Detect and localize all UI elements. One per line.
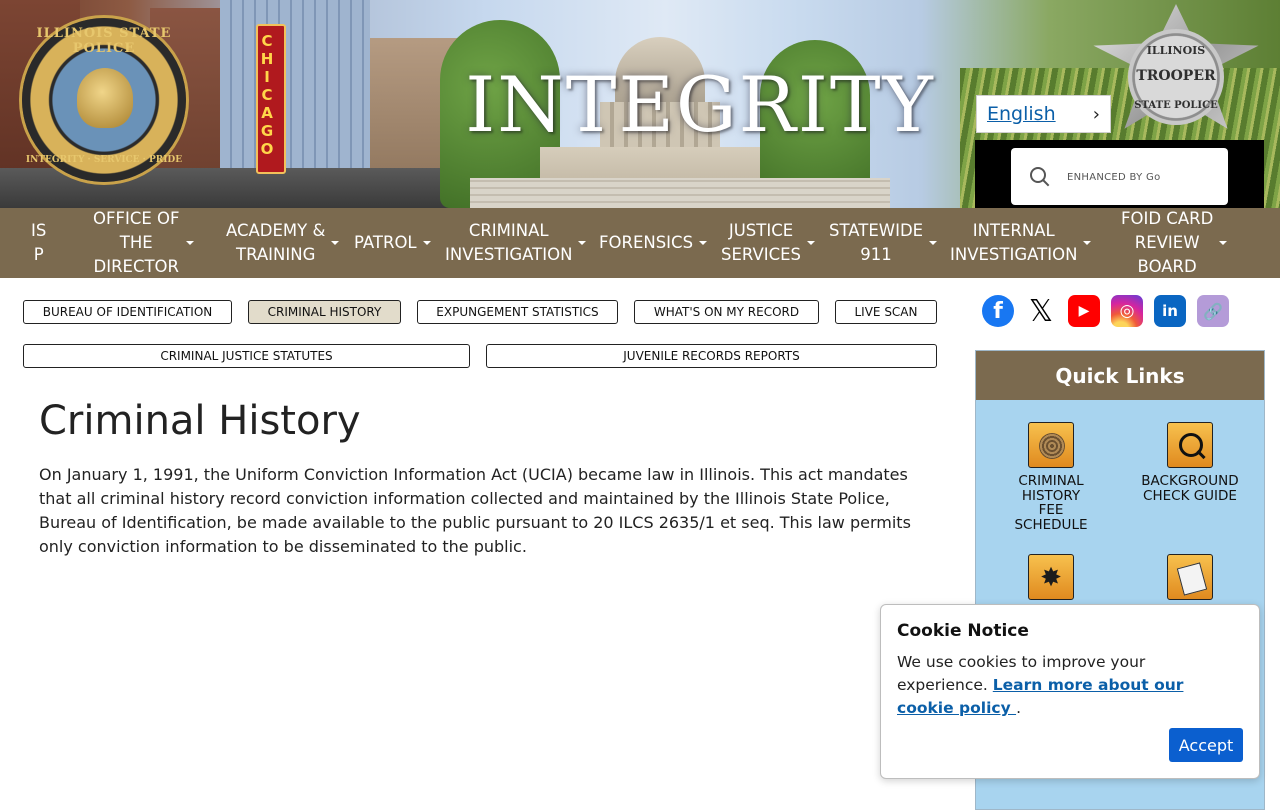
nav-item-statewide-911[interactable]: STATEWIDE 911: [829, 208, 938, 278]
subtab-whats-on-my-record[interactable]: WHAT'S ON MY RECORD: [634, 300, 819, 324]
nav-item-academy-training[interactable]: ACADEMY & TRAINING: [226, 208, 340, 278]
x-twitter-icon[interactable]: 𝕏: [1025, 294, 1057, 329]
quick-link-label: BACKGROUND CHECK GUIDE: [1141, 473, 1239, 504]
quick-link-fee-schedule[interactable]: CRIMINAL HISTORY FEE SCHEDULE: [986, 422, 1116, 532]
cookie-notice: Cookie Notice We use cookies to improve …: [880, 604, 1260, 779]
badge-text-bottom: STATE POLICE: [1134, 100, 1218, 111]
seal-top-text: ILLINOIS STATE POLICE: [36, 26, 172, 56]
main-nav: IS P OFFICE OF THE DIRECTOR ACADEMY & TR…: [0, 208, 1280, 278]
badge-text-middle: TROOPER: [1136, 68, 1216, 84]
trooper-badge-image: ILLINOIS TROOPER STATE POLICE: [1090, 4, 1262, 134]
caret-down-icon: [699, 241, 708, 245]
nav-label: OFFICE OF THE DIRECTOR: [93, 209, 180, 276]
caret-down-icon: [1219, 241, 1228, 245]
nav-label: JUSTICE SERVICES: [721, 221, 802, 264]
subtab-bureau-of-identification[interactable]: BUREAU OF IDENTIFICATION: [23, 300, 232, 324]
search-icon[interactable]: [1029, 166, 1051, 188]
accept-cookies-button[interactable]: Accept: [1169, 728, 1243, 762]
isp-seal-logo[interactable]: ILLINOIS STATE POLICE INTEGRITY · SERVIC…: [22, 18, 186, 182]
nav-label: CRIMINAL INVESTIGATION: [445, 221, 573, 264]
chevron-right-icon: ›: [1092, 103, 1100, 125]
page-title: Criminal History: [39, 398, 361, 444]
search-input[interactable]: [1067, 170, 1197, 183]
nav-item-criminal-investigation[interactable]: CRIMINAL INVESTIGATION: [445, 208, 587, 278]
banner-headline: INTEGRITY: [465, 60, 935, 149]
quick-link-cannabis[interactable]: ✸: [986, 554, 1116, 600]
nav-item-justice-services[interactable]: JUSTICE SERVICES: [721, 208, 816, 278]
search-panel: [975, 140, 1264, 208]
facebook-icon[interactable]: f: [982, 295, 1014, 327]
linkedin-icon[interactable]: in: [1154, 295, 1186, 327]
nav-item-forensics[interactable]: FORENSICS: [599, 208, 708, 278]
chicago-marquee: CHICAGO: [256, 24, 286, 174]
subtab-expungement-statistics[interactable]: EXPUNGEMENT STATISTICS: [417, 300, 618, 324]
nav-item-foid-card-review-board[interactable]: FOID CARD REVIEW BOARD: [1121, 208, 1228, 278]
caret-down-icon: [807, 241, 816, 245]
caret-down-icon: [1083, 241, 1092, 245]
subtab-live-scan[interactable]: LIVE SCAN: [835, 300, 937, 324]
subtab-juvenile-records-reports[interactable]: JUVENILE RECORDS REPORTS: [486, 344, 937, 368]
instagram-icon[interactable]: ◎: [1111, 295, 1143, 327]
nav-item-office-of-the-director[interactable]: OFFICE OF THE DIRECTOR: [93, 208, 194, 278]
fingerprint-icon: [1028, 422, 1074, 468]
capitol-steps: [470, 178, 890, 208]
cookie-text: We use cookies to improve your experienc…: [897, 651, 1227, 720]
document-icon: [1167, 554, 1213, 600]
quick-links-title: Quick Links: [976, 351, 1264, 400]
youtube-icon[interactable]: ▶: [1068, 295, 1100, 327]
search-box[interactable]: [1011, 148, 1228, 205]
caret-down-icon: [578, 241, 587, 245]
quick-link-background-check-guide[interactable]: BACKGROUND CHECK GUIDE: [1125, 422, 1255, 503]
quick-link-label: CRIMINAL HISTORY FEE SCHEDULE: [1014, 473, 1088, 533]
subtab-criminal-justice-statutes[interactable]: CRIMINAL JUSTICE STATUTES: [23, 344, 470, 368]
nav-label: STATEWIDE 911: [829, 221, 924, 264]
eagle-icon: [77, 68, 133, 128]
caret-down-icon: [422, 241, 431, 245]
link-icon[interactable]: 🔗: [1197, 295, 1229, 327]
nav-label: IS P: [31, 221, 47, 264]
page-body-text: On January 1, 1991, the Uniform Convicti…: [39, 465, 911, 556]
cannabis-leaf-icon: ✸: [1028, 554, 1074, 600]
nav-label: PATROL: [354, 233, 417, 252]
marquee-text: CHICAGO: [258, 32, 276, 158]
quick-link-document[interactable]: [1125, 554, 1255, 600]
nav-item-patrol[interactable]: PATROL: [354, 208, 431, 278]
badge-text-top: ILLINOIS: [1146, 44, 1206, 57]
caret-down-icon: [929, 241, 938, 245]
subtab-criminal-history[interactable]: CRIMINAL HISTORY: [248, 300, 401, 324]
nav-label: FORENSICS: [599, 233, 694, 252]
magnifier-check-icon: [1167, 422, 1213, 468]
nav-item-isp[interactable]: IS P: [31, 208, 46, 278]
seal-bottom-text: INTEGRITY · SERVICE · PRIDE: [25, 155, 183, 165]
language-selector[interactable]: English ›: [976, 95, 1111, 133]
nav-label: INTERNAL INVESTIGATION: [950, 221, 1078, 264]
nav-label: ACADEMY & TRAINING: [226, 221, 326, 264]
caret-down-icon: [331, 241, 340, 245]
nav-label: FOID CARD REVIEW BOARD: [1121, 209, 1214, 276]
cookie-punctuation: .: [1016, 699, 1022, 717]
language-label: English: [987, 103, 1056, 125]
caret-down-icon: [185, 241, 194, 245]
cookie-title: Cookie Notice: [897, 621, 1029, 641]
nav-item-internal-investigation[interactable]: INTERNAL INVESTIGATION: [950, 208, 1092, 278]
